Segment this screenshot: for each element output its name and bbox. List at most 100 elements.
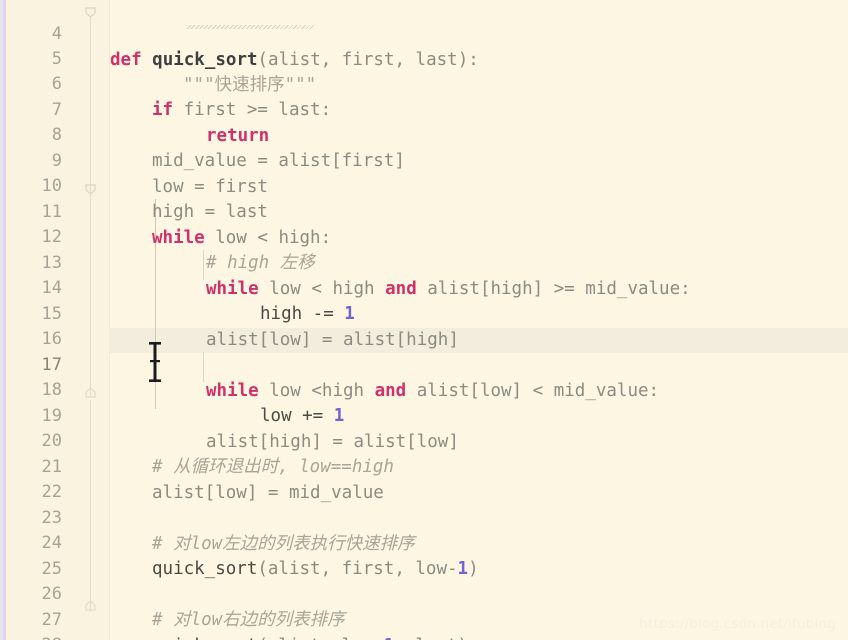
line-number: 10 (41, 176, 62, 197)
function-name: quick_sort (152, 49, 258, 70)
fold-marker-line-11[interactable] (84, 183, 97, 196)
code-line-13[interactable]: 13 while low < high and alist[high] >= m… (0, 226, 848, 298)
code-line-5[interactable]: 5 """快速排序""" (0, 22, 848, 94)
code-line-8[interactable]: 8 mid_value = alist[first] (0, 98, 848, 170)
line-content[interactable]: high = last (152, 200, 268, 225)
line-number: 11 (41, 202, 62, 223)
line-content[interactable]: # 对low左边的列表执行快速排序 (152, 532, 415, 557)
line-content[interactable]: quick_sort(alist, first, low-1) (152, 557, 479, 582)
docstring: """快速排序""" (183, 74, 317, 95)
line-content[interactable]: # 从循环退出时, low==high (152, 455, 394, 480)
line-number: 6 (51, 74, 62, 95)
line-content[interactable]: low += 1 (260, 404, 344, 429)
args-part2: , last) (394, 636, 468, 640)
line-content[interactable]: quick_sort(alist, low+1, last) (152, 634, 468, 640)
fold-marker-line-19[interactable] (84, 386, 97, 399)
line-number: 23 (41, 508, 62, 529)
editor-left-margin-accent (3, 0, 6, 640)
fold-marker-line-27[interactable] (84, 599, 97, 612)
keyword-while: while (206, 278, 259, 299)
line-content[interactable]: """快速排序""" (183, 73, 316, 98)
line-number: 12 (41, 227, 62, 248)
fold-connector-def (90, 16, 91, 204)
line-content[interactable]: while low < high: (152, 226, 331, 251)
line-number: 8 (51, 125, 62, 146)
line-content[interactable]: return (206, 124, 269, 149)
keyword-return: return (206, 125, 270, 146)
statement: alist[low] = alist[high] (206, 329, 459, 350)
number-literal: 1 (333, 405, 345, 426)
gutter-divider (109, 0, 110, 640)
line-content[interactable]: # high 左移 (206, 251, 315, 276)
comment: # 对low右边的列表排序 (152, 609, 345, 630)
code-line-9[interactable]: 9 low = first (0, 124, 848, 196)
line-number: 15 (41, 304, 62, 325)
line-number: 17 (41, 355, 62, 376)
statement: high -= (260, 303, 345, 324)
code-editor[interactable]: 4 def quick_sort(alist, first, last): 5 … (0, 0, 848, 640)
code-line-24[interactable]: 24 quick_sort(alist, first, low-1) (0, 506, 848, 578)
code-line-14[interactable]: 14 high -= 1 (0, 251, 848, 323)
comment: # high 左移 (206, 252, 315, 273)
args-part1: (alist, first, low- (257, 558, 458, 579)
fold-marker-line-4[interactable] (84, 6, 97, 19)
code-line-20[interactable]: 20 # 从循环退出时, low==high (0, 404, 848, 476)
line-content[interactable]: def quick_sort(alist, first, last): (110, 48, 479, 73)
line-number: 20 (41, 431, 62, 452)
number-literal: 1 (384, 636, 395, 640)
code-line-16[interactable]: 16 (0, 302, 848, 349)
code-line-4[interactable]: 4 def quick_sort(alist, first, last): (0, 0, 848, 69)
condition-part2: alist[low] < mid_value: (406, 380, 660, 401)
keyword-and: and (374, 380, 407, 401)
condition-part1: low < high (258, 278, 386, 299)
line-content[interactable]: while low <high and alist[low] < mid_val… (206, 379, 659, 404)
code-line-10[interactable]: 10 high = last (0, 149, 848, 221)
line-number: 18 (41, 380, 62, 401)
condition-part2: alist[high] >= mid_value: (416, 278, 691, 299)
params: (alist, first, last): (257, 49, 479, 70)
line-number: 19 (41, 406, 62, 427)
line-content[interactable]: alist[high] = alist[low] (206, 430, 459, 455)
indent-guide-level-3b (203, 352, 204, 382)
code-line-7[interactable]: 7 return (0, 73, 848, 145)
line-number: 5 (51, 49, 62, 70)
watermark-url: https://blog.csdn.net/ifubing (639, 616, 836, 632)
number-literal: 1 (457, 558, 469, 579)
statement: mid_value = alist[first] (152, 150, 405, 171)
line-number: 14 (41, 278, 62, 299)
code-line-25[interactable]: 25 (0, 532, 848, 579)
line-content[interactable]: mid_value = alist[first] (152, 149, 405, 174)
number-literal: 1 (344, 303, 355, 324)
code-line-22[interactable]: 22 (0, 455, 848, 502)
keyword-while: while (206, 380, 259, 401)
line-content[interactable]: alist[low] = mid_value (152, 481, 384, 506)
args-part2: ) (468, 558, 479, 579)
condition: first >= last: (173, 99, 332, 120)
code-line-18[interactable]: 18 low += 1 (0, 353, 848, 425)
function-call: quick_sort (152, 636, 257, 640)
line-content[interactable]: high -= 1 (260, 302, 355, 327)
code-line-27[interactable]: 27 quick_sort(alist, low+1, last) (0, 583, 848, 640)
spellcheck-squiggle (186, 25, 314, 29)
line-content[interactable]: # 对low右边的列表排序 (152, 608, 345, 633)
line-number: 27 (41, 610, 62, 631)
fold-connector-while (90, 204, 91, 396)
keyword-while: while (152, 227, 205, 248)
comment: # 对low左边的列表执行快速排序 (152, 533, 415, 554)
code-line-23[interactable]: 23 # 对low左边的列表执行快速排序 (0, 481, 848, 553)
line-content[interactable]: while low < high and alist[high] >= mid_… (206, 277, 691, 302)
keyword-def: def (110, 49, 142, 70)
line-number: 25 (41, 559, 62, 580)
statement: alist[low] = mid_value (152, 482, 384, 503)
code-line-12[interactable]: 12 # high 左移 (0, 200, 848, 272)
line-number: 4 (51, 24, 62, 45)
code-line-11[interactable]: 11 while low < high: (0, 175, 848, 247)
line-content[interactable]: if first >= last: (152, 98, 331, 123)
line-number: 22 (41, 482, 62, 503)
line-number: 9 (51, 151, 62, 172)
line-number: 26 (41, 584, 62, 605)
line-number: 16 (41, 329, 62, 350)
statement: high = last (152, 201, 268, 222)
line-content[interactable]: alist[low] = alist[high] (206, 328, 459, 353)
line-content[interactable]: low = first (152, 175, 268, 200)
